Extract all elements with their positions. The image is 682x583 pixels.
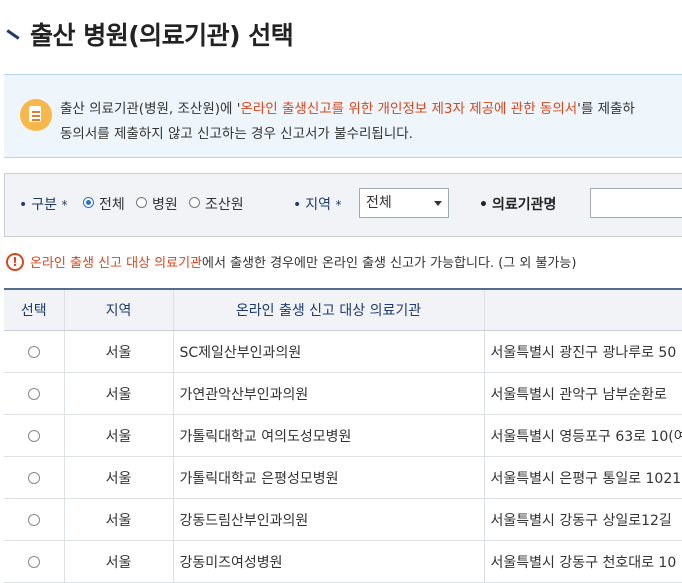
row-radio[interactable] <box>27 513 40 526</box>
type-label-text: 구분 <box>31 197 58 213</box>
institution-cell: 가연관악산부인과의원 <box>173 372 485 415</box>
address-cell: 서울특별시 영등포구 63로 10(여 <box>484 414 682 457</box>
notice-text: 출산 의료기관(병원, 조산원)에 ' <box>60 101 241 117</box>
institution-cell: SC제일산부인과의원 <box>173 330 485 373</box>
address-cell: 서울특별시 강동구 상일로12길 <box>484 498 682 541</box>
consent-form-highlight: 온라인 출생신고를 위한 개인정보 제3자 제공에 관한 동의서 <box>240 101 578 117</box>
row-radio[interactable] <box>27 471 40 484</box>
institution-cell: 가톨릭대학교 여의도성모병원 <box>173 414 485 457</box>
region-select[interactable]: 전체 <box>359 188 449 218</box>
institution-cell: 가톨릭대학교 은평성모병원 <box>173 456 485 499</box>
radio-type-hospital-label[interactable]: 병원 <box>152 194 178 214</box>
page-header: 출산 병원(의료기관) 선택 <box>6 14 294 54</box>
table-row[interactable]: 서울 강동드림산부인과의원 서울특별시 강동구 상일로12길 <box>4 498 682 541</box>
select-cell[interactable] <box>4 414 65 457</box>
region-filter-label: • 지역 * <box>293 197 342 213</box>
address-cell: 서울특별시 광진구 광나루로 50 <box>484 330 682 373</box>
select-cell[interactable] <box>4 330 65 373</box>
page-title: 출산 병원(의료기관) 선택 <box>30 21 294 50</box>
radio-type-all-label[interactable]: 전체 <box>99 194 125 214</box>
notice-line-2: 동의서를 제출하지 않고 신고하는 경우 신고서가 불수리됩니다. <box>60 126 413 142</box>
header-address <box>484 288 682 331</box>
notice-text: '를 제출하 <box>577 101 635 117</box>
select-cell[interactable] <box>4 498 65 541</box>
table-row[interactable]: 서울 가연관악산부인과의원 서울특별시 관악구 남부순환로 <box>4 372 682 415</box>
institution-name-label-text: 의료기관명 <box>491 197 557 213</box>
search-filter-panel: • 구분 * 전체 병원 조산원 • 지역 * 전체 • 의료기관명 <box>4 173 682 237</box>
region-cell: 서울 <box>64 414 174 457</box>
alert-text: 온라인 출생 신고 대상 의료기관에서 출생한 경우에만 온라인 출생 신고가 … <box>30 252 576 271</box>
row-radio[interactable] <box>27 387 40 400</box>
notice-line-1: 출산 의료기관(병원, 조산원)에 '온라인 출생신고를 위한 개인정보 제3자… <box>60 97 635 117</box>
institution-cell: 강동미즈여성병원 <box>173 540 485 583</box>
chevron-down-icon <box>434 201 442 206</box>
required-icon: * <box>335 198 342 212</box>
region-cell: 서울 <box>64 456 174 499</box>
radio-type-hospital[interactable] <box>136 197 147 208</box>
type-filter-label: • 구분 * <box>19 197 68 213</box>
region-label-text: 지역 <box>305 197 332 213</box>
address-cell: 서울특별시 은평구 통일로 1021 <box>484 456 682 499</box>
alert-body: 에서 출생한 경우에만 온라인 출생 신고가 가능합니다. (그 외 불가능) <box>202 256 577 271</box>
select-cell[interactable] <box>4 372 65 415</box>
required-icon: * <box>61 198 68 212</box>
table-header-row: 선택 지역 온라인 출생 신고 대상 의료기관 <box>4 288 682 331</box>
address-cell: 서울특별시 관악구 남부순환로 <box>484 372 682 415</box>
alert-message: ! 온라인 출생 신고 대상 의료기관에서 출생한 경우에만 온라인 출생 신고… <box>6 252 576 271</box>
address-cell: 서울특별시 강동구 천호대로 10 <box>484 540 682 583</box>
radio-type-midwifery[interactable] <box>189 197 200 208</box>
region-select-value: 전체 <box>366 195 392 211</box>
region-cell: 서울 <box>64 540 174 583</box>
table-row[interactable]: 서울 SC제일산부인과의원 서울특별시 광진구 광나루로 50 <box>4 330 682 373</box>
radio-type-all[interactable] <box>83 197 94 208</box>
alert-highlight: 온라인 출생 신고 대상 의료기관 <box>30 256 203 271</box>
region-cell: 서울 <box>64 498 174 541</box>
row-radio[interactable] <box>27 555 40 568</box>
header-region: 지역 <box>64 288 174 331</box>
institution-table: 선택 지역 온라인 출생 신고 대상 의료기관 서울 SC제일산부인과의원 서울… <box>4 288 682 583</box>
region-cell: 서울 <box>64 330 174 373</box>
title-marker-icon <box>6 27 20 41</box>
institution-cell: 강동드림산부인과의원 <box>173 498 485 541</box>
notice-box: 출산 의료기관(병원, 조산원)에 '온라인 출생신고를 위한 개인정보 제3자… <box>4 74 682 158</box>
region-cell: 서울 <box>64 372 174 415</box>
document-icon <box>20 99 52 131</box>
table-row[interactable]: 서울 가톨릭대학교 은평성모병원 서울특별시 은평구 통일로 1021 <box>4 456 682 499</box>
radio-type-midwifery-label[interactable]: 조산원 <box>205 194 244 214</box>
table-row[interactable]: 서울 강동미즈여성병원 서울특별시 강동구 천호대로 10 <box>4 540 682 583</box>
header-select: 선택 <box>4 288 65 331</box>
row-radio[interactable] <box>27 429 40 442</box>
select-cell[interactable] <box>4 456 65 499</box>
exclamation-icon: ! <box>6 252 24 271</box>
row-radio[interactable] <box>27 345 40 358</box>
institution-name-label: • 의료기관명 <box>479 197 557 213</box>
header-institution: 온라인 출생 신고 대상 의료기관 <box>173 288 485 331</box>
table-row[interactable]: 서울 가톨릭대학교 여의도성모병원 서울특별시 영등포구 63로 10(여 <box>4 414 682 457</box>
institution-name-input[interactable] <box>590 188 682 218</box>
select-cell[interactable] <box>4 540 65 583</box>
